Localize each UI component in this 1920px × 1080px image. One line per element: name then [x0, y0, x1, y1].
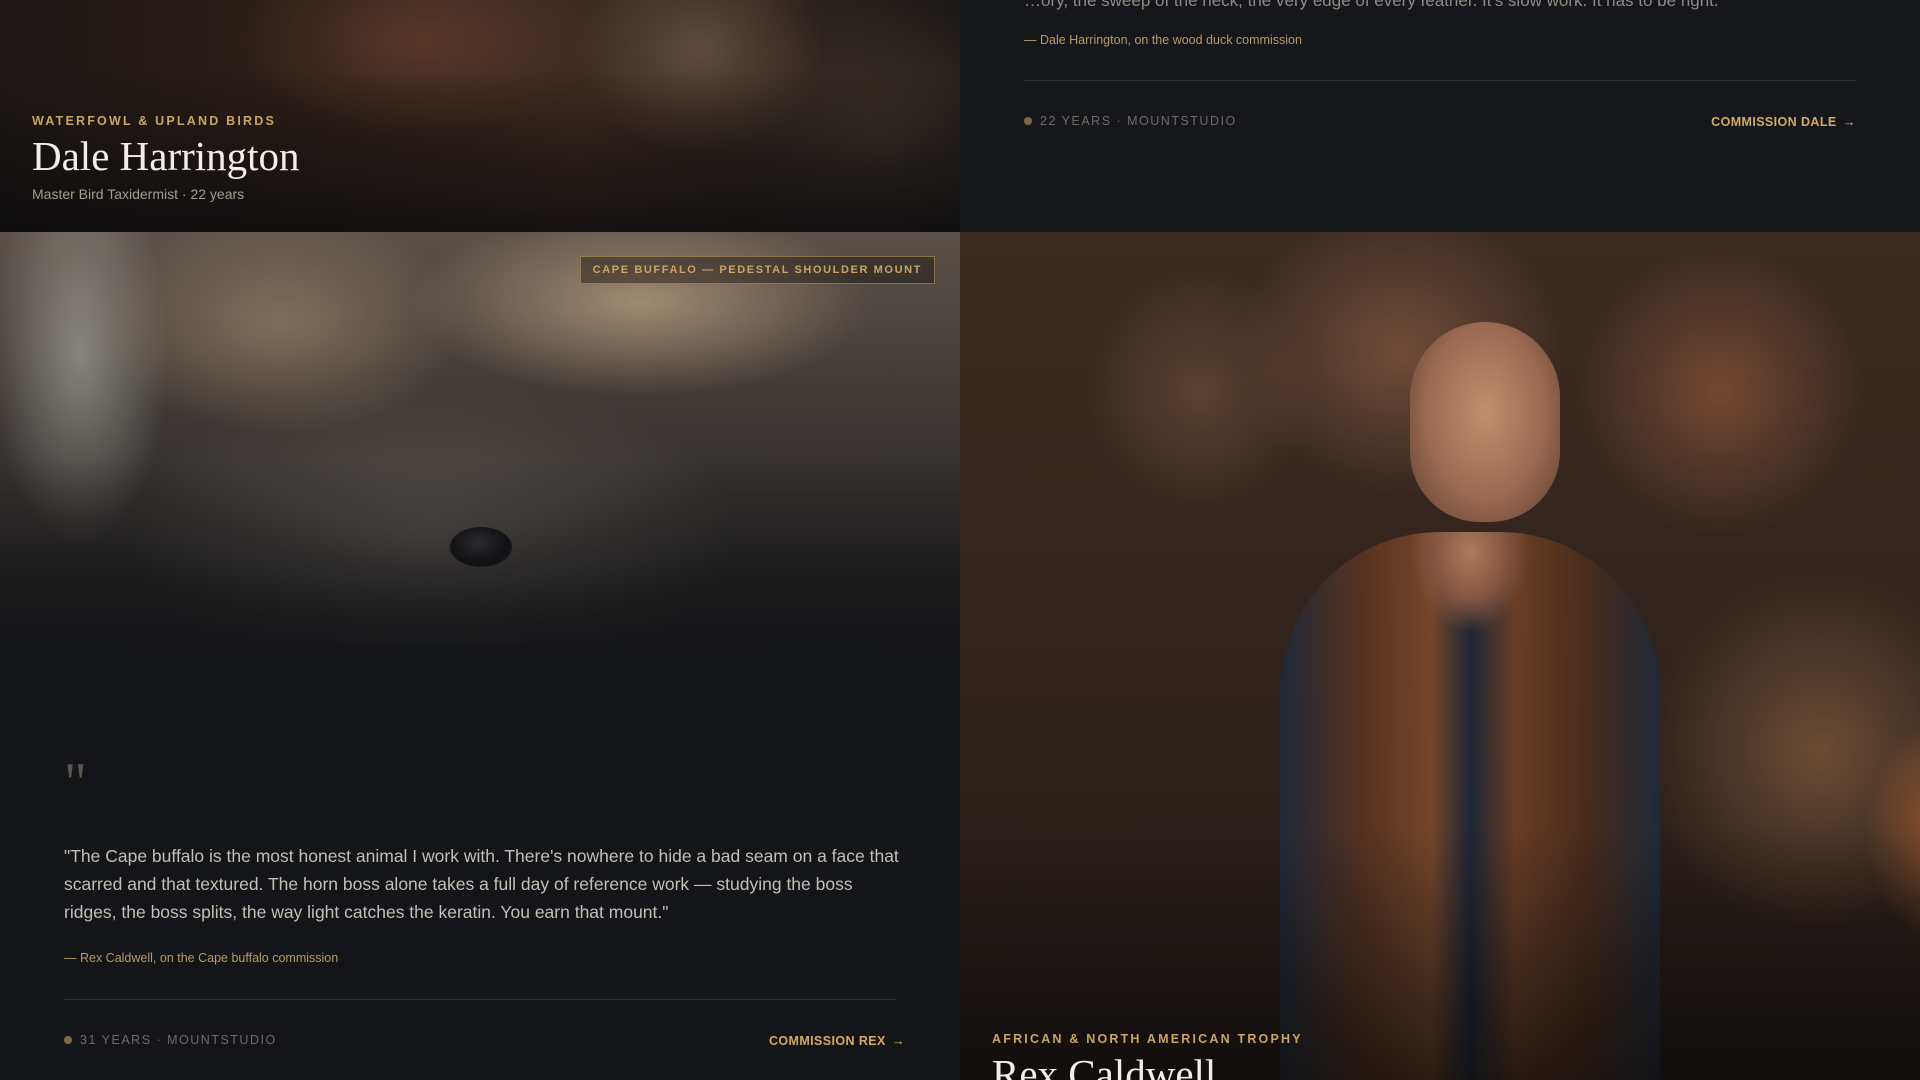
- dale-name-heading: Dale Harrington: [32, 133, 300, 179]
- dale-meta: 22 YEARS · MOUNTSTUDIO: [1024, 114, 1237, 128]
- dale-quote-text: …ory, the sweep of the neck, the very ed…: [1024, 0, 1719, 10]
- cape-buffalo-photo: CAPE BUFFALO — PEDESTAL SHOULDER MOUNT: [0, 232, 960, 645]
- arrow-right-icon: →: [891, 1033, 906, 1048]
- rex-quote-attribution: — Rex Caldwell, on the Cape buffalo comm…: [64, 951, 339, 965]
- dale-meta-text: 22 YEARS · MOUNTSTUDIO: [1040, 114, 1237, 128]
- rex-hero-text: AFRICAN & NORTH AMERICAN TROPHY Rex Cald…: [992, 1032, 1303, 1080]
- dale-quote-card: …ory, the sweep of the neck, the very ed…: [960, 0, 1920, 233]
- commission-dale-button[interactable]: COMMISSION DALE →: [1711, 114, 1856, 129]
- arrow-right-icon: →: [1842, 114, 1856, 129]
- rex-meta-text: 31 YEARS · MOUNTSTUDIO: [80, 1033, 277, 1047]
- quote-mark-icon: ": [64, 752, 87, 814]
- dale-divider: [1024, 80, 1856, 81]
- dale-quote-attribution: — Dale Harrington, on the wood duck comm…: [1024, 33, 1302, 47]
- rex-quote-text: "The Cape buffalo is the most honest ani…: [64, 846, 899, 922]
- rex-specialty-label: AFRICAN & NORTH AMERICAN TROPHY: [992, 1032, 1303, 1046]
- rex-hero-card: AFRICAN & NORTH AMERICAN TROPHY Rex Cald…: [960, 232, 1920, 1080]
- status-dot-icon: [64, 1036, 72, 1044]
- rex-meta: 31 YEARS · MOUNTSTUDIO: [64, 1033, 277, 1047]
- buffalo-photo-shade: [0, 232, 960, 645]
- dale-specialty-label: WATERFOWL & UPLAND BIRDS: [32, 114, 276, 128]
- dale-subtitle: Master Bird Taxidermist · 22 years: [32, 186, 245, 202]
- mount-type-tag: CAPE BUFFALO — PEDESTAL SHOULDER MOUNT: [579, 256, 935, 284]
- rex-photo-shade: [960, 232, 1920, 1080]
- commission-rex-button[interactable]: COMMISSION REX →: [769, 1033, 905, 1048]
- rex-name-heading: Rex Caldwell: [992, 1051, 1217, 1080]
- commission-dale-label: COMMISSION DALE: [1711, 114, 1837, 129]
- dale-hero-card: WATERFOWL & UPLAND BIRDS Dale Harrington…: [0, 0, 960, 232]
- commission-rex-label: COMMISSION REX: [769, 1033, 886, 1048]
- dale-hero-text: WATERFOWL & UPLAND BIRDS Dale Harrington…: [32, 114, 300, 202]
- rex-quote-card: " "The Cape buffalo is the most honest a…: [0, 645, 960, 1080]
- rex-divider: [64, 999, 896, 1000]
- status-dot-icon: [1024, 117, 1032, 125]
